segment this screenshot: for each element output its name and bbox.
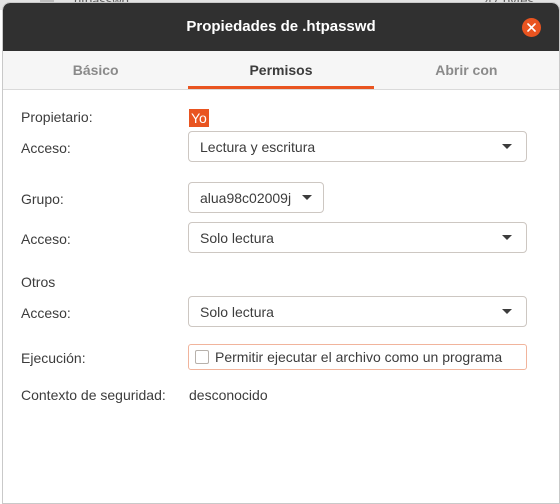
others-access-value: Solo lectura <box>200 304 274 320</box>
owner-access-value: Lectura y escritura <box>200 139 316 155</box>
group-label: Grupo: <box>21 191 64 207</box>
chevron-down-icon <box>502 144 512 149</box>
others-access-label: Acceso: <box>21 305 71 321</box>
execute-checkbox-label: Permitir ejecutar el archivo como un pro… <box>215 349 503 365</box>
close-button[interactable] <box>522 18 541 37</box>
tab-permisos[interactable]: Permisos <box>188 51 374 89</box>
execute-checkbox-row[interactable]: Permitir ejecutar el archivo como un pro… <box>188 344 527 370</box>
execute-checkbox[interactable] <box>195 350 209 364</box>
tab-abrir-con[interactable]: Abrir con <box>374 51 559 89</box>
chevron-down-icon <box>502 235 512 240</box>
close-icon <box>527 23 536 32</box>
title-bar[interactable]: Propiedades de .htpasswd <box>3 3 559 51</box>
security-context-value: desconocido <box>189 387 268 403</box>
window-title: Propiedades de .htpasswd <box>186 18 376 35</box>
owner-access-label: Acceso: <box>21 140 71 156</box>
chevron-down-icon <box>502 309 512 314</box>
group-access-dropdown[interactable]: Solo lectura <box>188 222 527 253</box>
chevron-down-icon <box>302 195 312 200</box>
owner-label: Propietario: <box>21 109 93 125</box>
execution-label: Ejecución: <box>21 350 86 366</box>
group-access-value: Solo lectura <box>200 230 274 246</box>
others-label: Otros <box>21 274 56 290</box>
group-access-label: Acceso: <box>21 231 71 247</box>
owner-access-dropdown[interactable]: Lectura y escritura <box>188 131 527 162</box>
properties-dialog: Propiedades de .htpasswd Básico Permisos… <box>2 2 560 504</box>
others-access-dropdown[interactable]: Solo lectura <box>188 296 527 327</box>
group-value: alua98c02009j <box>200 190 292 206</box>
owner-value: Yo <box>189 109 209 127</box>
tab-basico[interactable]: Básico <box>3 51 188 89</box>
security-context-label: Contexto de seguridad: <box>21 387 166 403</box>
group-dropdown[interactable]: alua98c02009j <box>188 182 324 213</box>
tab-bar: Básico Permisos Abrir con <box>3 51 559 90</box>
